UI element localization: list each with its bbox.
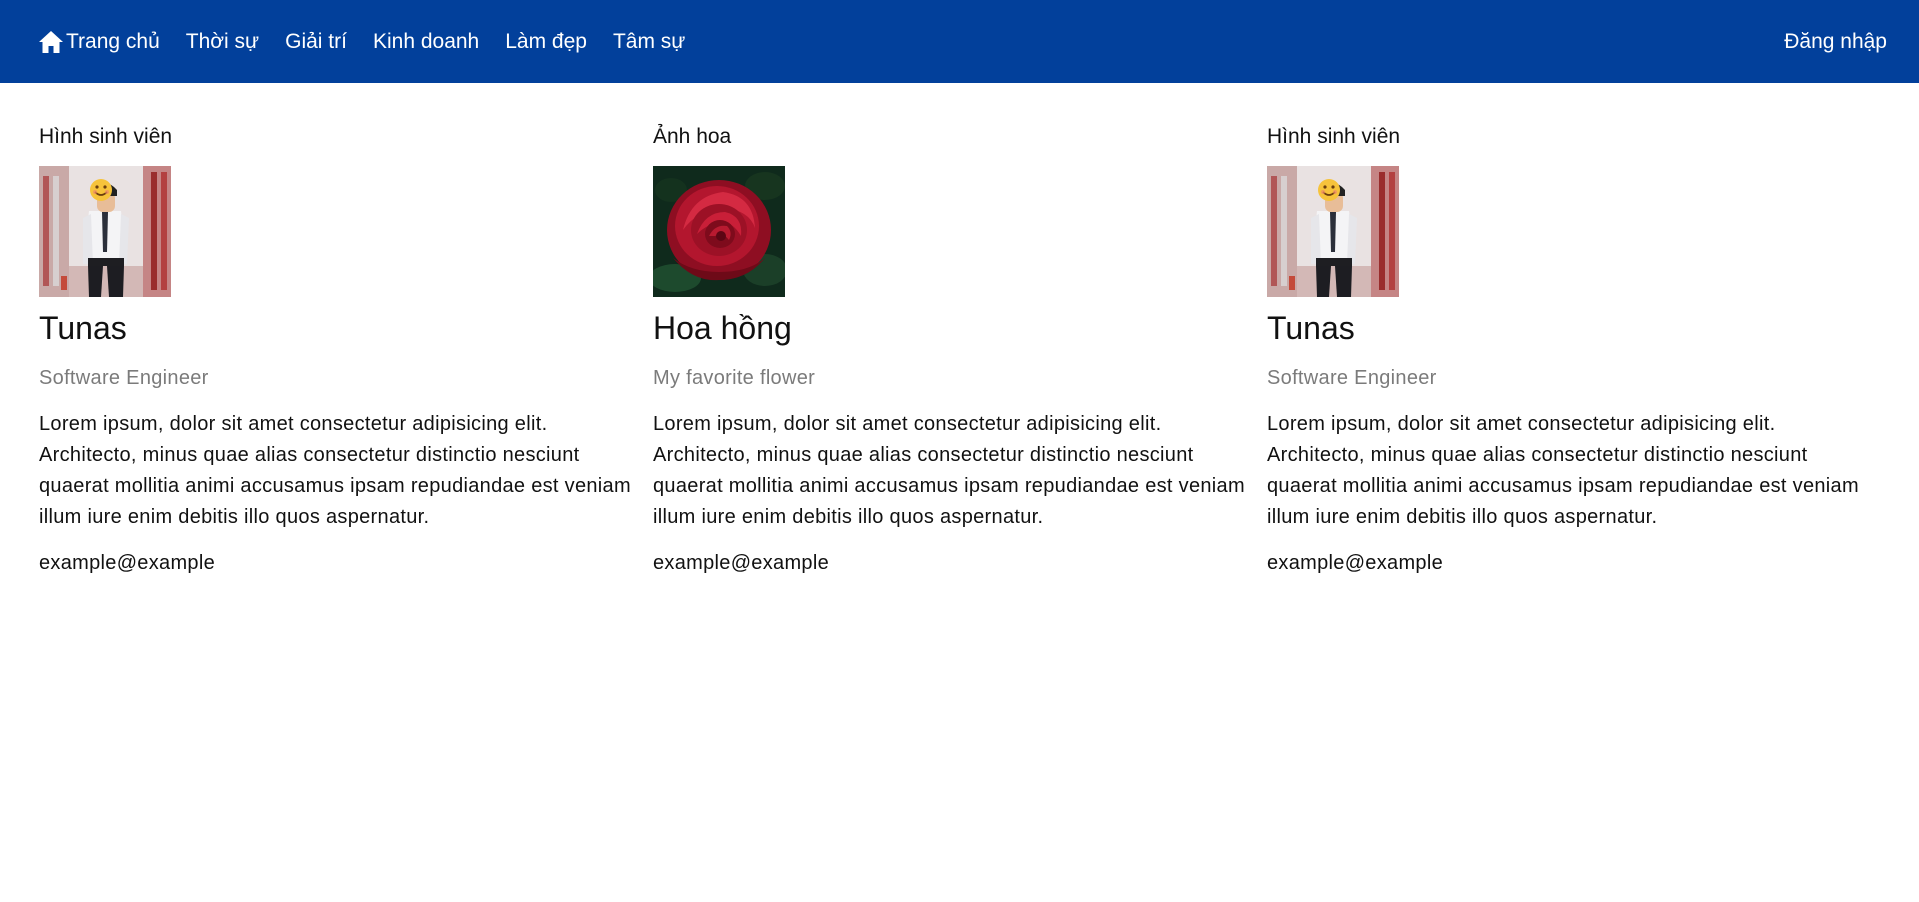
top-navbar: Trang chủ Thời sự Giải trí Kinh doanh Là… xyxy=(0,0,1919,83)
card-caption: Ảnh hoa xyxy=(653,125,732,148)
card-name: Tunas xyxy=(1267,310,1355,346)
card-subtitle: My favorite flower xyxy=(653,367,816,389)
card-body: Lorem ipsum, dolor sit amet consectetur … xyxy=(39,413,631,528)
profile-card: Hình sinh viên Tunas Software Engineer L… xyxy=(39,122,653,576)
nav-item-home[interactable]: Trang chủ xyxy=(38,30,160,54)
card-caption: Hình sinh viên xyxy=(1267,125,1401,148)
card-email: example@example xyxy=(1267,552,1443,574)
card-caption: Hình sinh viên xyxy=(39,125,173,148)
nav-item-label: Làm đẹp xyxy=(505,29,587,53)
card-name: Hoa hồng xyxy=(653,310,792,346)
nav-item-label: Kinh doanh xyxy=(372,29,480,53)
nav-item-label: Giải trí xyxy=(285,29,347,53)
card-body: Lorem ipsum, dolor sit amet consectetur … xyxy=(1267,413,1859,528)
student-photo xyxy=(39,166,171,297)
card-email: example@example xyxy=(39,552,215,574)
home-icon xyxy=(38,30,64,54)
card-email: example@example xyxy=(653,552,829,574)
nav-item-confide[interactable]: Tâm sự xyxy=(613,30,685,54)
card-subtitle: Software Engineer xyxy=(39,367,209,389)
nav-item-label: Trang chủ xyxy=(66,29,160,53)
student-photo xyxy=(1267,166,1399,297)
nav-item-entertainment[interactable]: Giải trí xyxy=(285,30,347,54)
nav-links: Trang chủ Thời sự Giải trí Kinh doanh Là… xyxy=(38,30,711,54)
card-subtitle: Software Engineer xyxy=(1267,367,1437,389)
profile-card: Hình sinh viên Tunas Software Engineer L… xyxy=(1267,122,1881,576)
nav-item-news[interactable]: Thời sự xyxy=(186,30,259,54)
card-grid: Hình sinh viên Tunas Software Engineer L… xyxy=(39,122,1889,576)
nav-item-beauty[interactable]: Làm đẹp xyxy=(505,30,587,54)
card-name: Tunas xyxy=(39,310,127,346)
rose-photo xyxy=(653,166,785,297)
login-link[interactable]: Đăng nhập xyxy=(1784,30,1887,54)
nav-item-label: Thời sự xyxy=(185,29,260,53)
card-body: Lorem ipsum, dolor sit amet consectetur … xyxy=(653,413,1245,528)
flower-card: Ảnh hoa Hoa hồng My favorite flower Lore… xyxy=(653,122,1267,576)
nav-item-business[interactable]: Kinh doanh xyxy=(373,30,479,54)
nav-item-label: Tâm sự xyxy=(612,29,686,53)
